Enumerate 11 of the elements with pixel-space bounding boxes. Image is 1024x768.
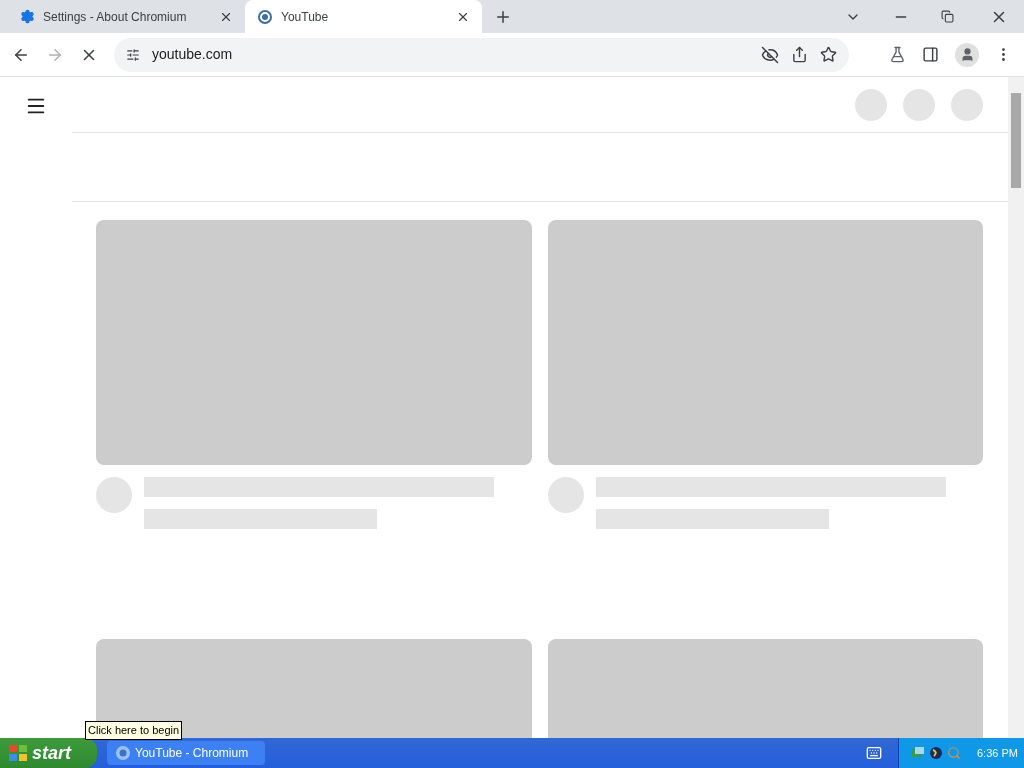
taskbar-button[interactable]: YouTube - Chromium (107, 741, 265, 765)
tab-title: Settings - About Chromium (43, 8, 188, 26)
tab-title: YouTube (281, 8, 330, 26)
taskbar-button-title: YouTube - Chromium (135, 745, 249, 762)
clock: 6:36 PM (977, 745, 1018, 761)
start-button[interactable]: start (0, 738, 97, 768)
browser-tab[interactable]: YouTube (245, 0, 482, 33)
url-text: youtube.com (152, 45, 234, 64)
address-bar[interactable]: youtube.com (114, 37, 849, 72)
tooltip: Click here to begin (85, 721, 183, 740)
browser-tab[interactable]: Settings - About Chromium (8, 0, 245, 33)
